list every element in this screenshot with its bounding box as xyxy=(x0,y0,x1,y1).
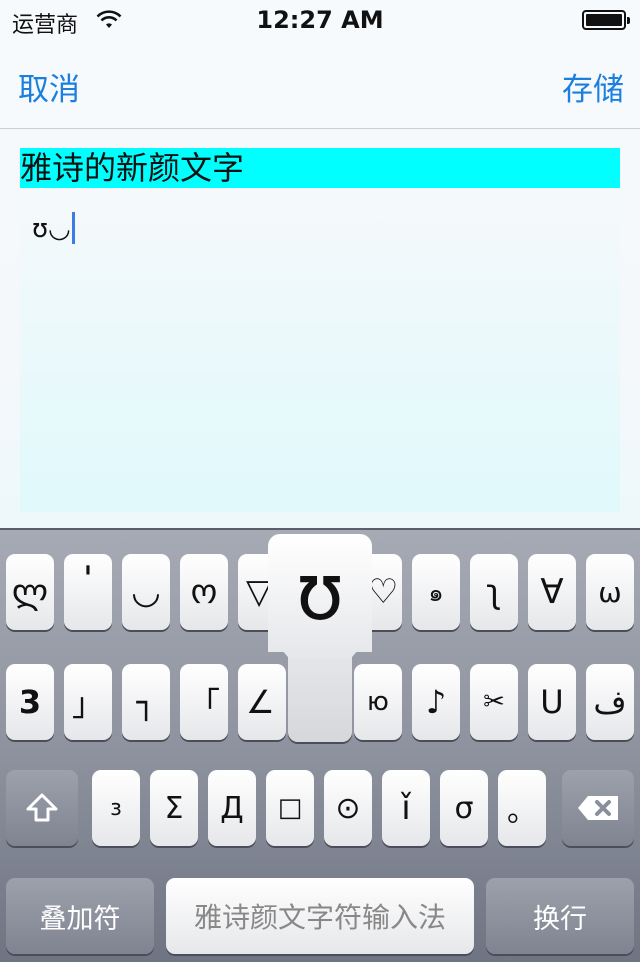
key[interactable]: □ xyxy=(266,770,314,846)
shift-key[interactable] xyxy=(6,770,78,846)
shift-arrow-icon xyxy=(26,793,58,822)
key[interactable]: з xyxy=(92,770,140,846)
key[interactable]: ˈ xyxy=(64,554,112,630)
key[interactable]: ო xyxy=(180,554,228,630)
text-caret xyxy=(71,212,75,244)
title-field[interactable]: 雅诗的新颜文字 xyxy=(20,148,620,188)
space-bar[interactable]: 雅诗颜文字符输入法 xyxy=(166,878,474,954)
status-bar: 运营商 12:27 AM xyxy=(0,0,640,40)
custom-keyboard: ლ ˈ ◡ ო ▽ ♡ ๑ ʅ ∀ ω 3 」 ┐ 「 ∠ ю ♪ ✂ ᑌ ف … xyxy=(0,528,640,962)
key[interactable]: 「 xyxy=(180,664,228,740)
popup-stem xyxy=(288,644,352,742)
key[interactable]: ๑ xyxy=(412,554,460,630)
key[interactable]: ♪ xyxy=(412,664,460,740)
overlay-symbols-button[interactable]: 叠加符 xyxy=(6,878,154,954)
key[interactable]: 。 xyxy=(498,770,546,846)
battery-icon xyxy=(582,10,630,30)
delete-key[interactable] xyxy=(562,770,634,846)
content-text: ʊ◡ xyxy=(32,214,71,244)
content-text-area[interactable]: ʊ◡ xyxy=(20,198,620,512)
cancel-button[interactable]: 取消 xyxy=(18,64,80,109)
key[interactable]: ʅ xyxy=(470,554,518,630)
key[interactable]: σ xyxy=(440,770,488,846)
navigation-bar: 取消 存储 xyxy=(0,40,640,129)
key[interactable]: Σ xyxy=(150,770,198,846)
key[interactable]: ✂ xyxy=(470,664,518,740)
key[interactable]: Д xyxy=(208,770,256,846)
key[interactable]: ف xyxy=(586,664,634,740)
save-button[interactable]: 存储 xyxy=(562,64,624,109)
key[interactable]: ᑌ xyxy=(528,664,576,740)
popup-character: ʊ xyxy=(268,534,372,652)
key[interactable]: ┐ xyxy=(122,664,170,740)
key[interactable]: ω xyxy=(586,554,634,630)
backspace-icon xyxy=(578,796,618,820)
key[interactable]: 」 xyxy=(64,664,112,740)
key[interactable]: ლ xyxy=(6,554,54,630)
key[interactable]: ǐ xyxy=(382,770,430,846)
key[interactable]: 3 xyxy=(6,664,54,740)
return-key[interactable]: 换行 xyxy=(486,878,634,954)
key[interactable]: ∀ xyxy=(528,554,576,630)
key-popup: ʊ xyxy=(268,534,372,744)
status-time: 12:27 AM xyxy=(256,6,384,34)
key[interactable]: ◡ xyxy=(122,554,170,630)
key[interactable]: ⊙ xyxy=(324,770,372,846)
